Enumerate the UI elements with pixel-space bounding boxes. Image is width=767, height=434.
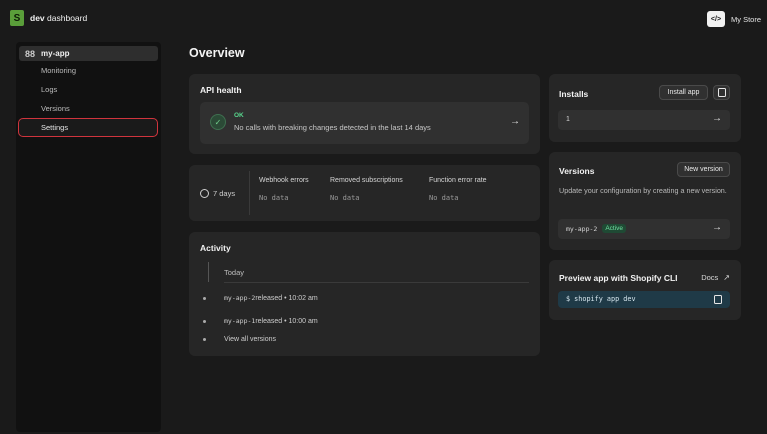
- arrow-right-icon: →: [712, 222, 722, 233]
- top-bar: S dev dashboard </> My Store: [0, 6, 767, 36]
- bullet-icon: [203, 338, 206, 341]
- activity-event: my-app-2 released • 10:02 am: [203, 294, 318, 302]
- brand-title: dev dashboard: [30, 13, 88, 23]
- view-all-versions-link[interactable]: View all versions: [203, 336, 276, 343]
- current-version: my-app-2 Active: [566, 224, 627, 233]
- sidebar-item-logs[interactable]: Logs: [19, 80, 158, 99]
- event-version: my-app-2: [224, 294, 256, 302]
- stat-label: Webhook errors: [259, 177, 309, 184]
- docs-label[interactable]: Docs: [701, 273, 718, 282]
- install-app-button[interactable]: Install app: [659, 85, 708, 100]
- activity-event: my-app-1 released • 10:00 am: [203, 317, 318, 325]
- stat-value: No data: [259, 194, 289, 202]
- sidebar-app-selector[interactable]: 88 my-app: [19, 46, 158, 61]
- api-health-status-row[interactable]: ✓ OK No calls with breaking changes dete…: [200, 102, 529, 144]
- store-switcher[interactable]: </> My Store: [706, 11, 761, 27]
- current-version-row[interactable]: my-app-2 Active →: [558, 219, 730, 239]
- copy-button[interactable]: [713, 85, 730, 100]
- installs-count: 1: [566, 116, 570, 123]
- stat-removed-subscriptions: Removed subscriptions No data: [330, 177, 403, 202]
- sidebar-item-settings[interactable]: Settings: [18, 118, 158, 137]
- arrow-right-icon: →: [510, 116, 520, 127]
- installs-title: Installs: [559, 89, 589, 99]
- cli-command-row: $ shopify app dev: [558, 291, 730, 308]
- stat-value: No data: [330, 194, 360, 202]
- versions-description: Update your configuration by creating a …: [559, 186, 727, 195]
- version-name: my-app-2: [566, 224, 598, 233]
- external-link-icon: ↗: [723, 273, 730, 282]
- sidebar-app-name: my-app: [41, 49, 70, 58]
- stat-label: Removed subscriptions: [330, 177, 403, 184]
- arrow-right-icon: →: [712, 113, 722, 124]
- period-selector[interactable]: 7 days: [200, 189, 235, 198]
- timeline-line: [208, 262, 209, 282]
- clipboard-icon: [717, 88, 726, 97]
- api-status-message: No calls with breaking changes detected …: [234, 123, 431, 132]
- divider: [249, 171, 250, 215]
- check-circle-icon: ✓: [210, 114, 226, 130]
- stat-function-error-rate: Function error rate No data: [429, 177, 487, 202]
- activity-card: Activity Today my-app-2 released • 10:02…: [189, 232, 540, 356]
- docs-link[interactable]: Docs ↗: [701, 273, 730, 282]
- code-icon[interactable]: </>: [706, 11, 725, 27]
- view-all-versions-label[interactable]: View all versions: [224, 336, 276, 343]
- stat-value: No data: [429, 194, 459, 202]
- preview-title: Preview app with Shopify CLI: [559, 273, 678, 283]
- sidebar-item-versions[interactable]: Versions: [19, 99, 158, 118]
- stat-label: Function error rate: [429, 177, 487, 184]
- status-badge: Active: [602, 224, 627, 233]
- event-text: released • 10:00 am: [255, 317, 318, 325]
- preview-card: Preview app with Shopify CLI Docs ↗ $ sh…: [549, 260, 741, 320]
- sidebar: 88 my-app Monitoring Logs Versions Setti…: [16, 42, 161, 432]
- shopify-logo-icon: S: [10, 10, 24, 26]
- activity-title: Activity: [200, 243, 231, 253]
- installs-count-row[interactable]: 1 →: [558, 110, 730, 130]
- new-version-button[interactable]: New version: [677, 162, 730, 177]
- versions-card: Versions New version Update your configu…: [549, 152, 741, 250]
- period-label: 7 days: [213, 189, 236, 198]
- bullet-icon: [203, 319, 206, 323]
- bullet-icon: [203, 296, 206, 300]
- page-title: Overview: [189, 46, 245, 60]
- sidebar-item-monitoring[interactable]: Monitoring: [19, 61, 158, 80]
- clock-icon: [200, 189, 209, 198]
- event-version: my-app-1: [224, 317, 256, 325]
- clipboard-icon[interactable]: [714, 295, 722, 304]
- api-status-label: OK: [234, 112, 244, 119]
- divider: [224, 282, 529, 283]
- today-label: Today: [224, 268, 245, 277]
- cli-command: $ shopify app dev: [566, 295, 636, 303]
- store-name[interactable]: My Store: [731, 15, 761, 24]
- stat-webhook-errors: Webhook errors No data: [259, 177, 309, 202]
- api-health-title: API health: [200, 85, 242, 95]
- brand[interactable]: S dev dashboard: [10, 10, 87, 26]
- versions-title: Versions: [559, 166, 595, 176]
- metrics-card: 7 days Webhook errors No data Removed su…: [189, 165, 540, 221]
- api-health-card: API health ✓ OK No calls with breaking c…: [189, 74, 540, 154]
- installs-card: Installs Install app 1 →: [549, 74, 741, 142]
- apps-icon: 88: [25, 48, 36, 59]
- event-text: released • 10:02 am: [255, 294, 318, 302]
